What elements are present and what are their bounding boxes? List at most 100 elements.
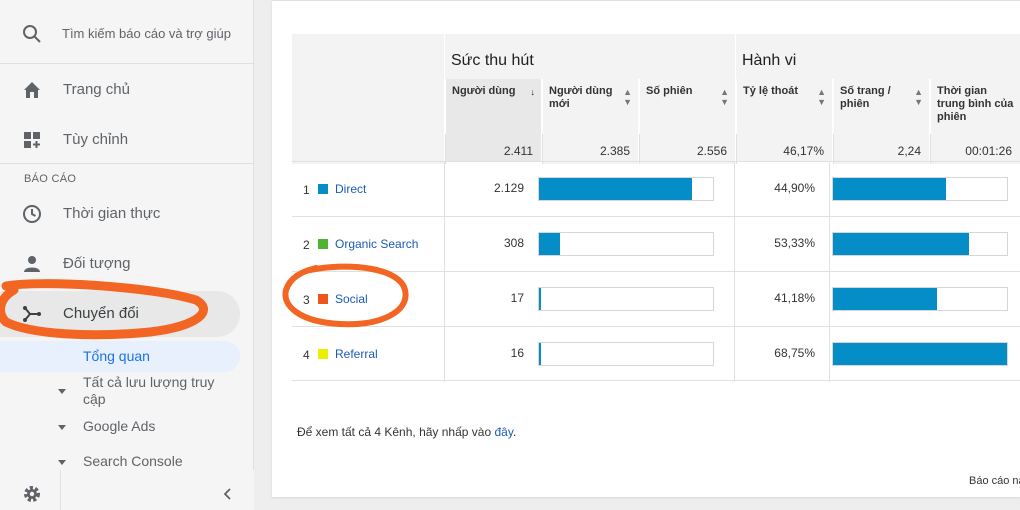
bounce-value: 68,75%	[774, 346, 815, 360]
group-header-acquisition: Sức thu hút	[445, 34, 735, 79]
total-sessions: 2.556	[639, 134, 735, 164]
group-behavior-title: Hành vi	[742, 52, 797, 69]
total-duration: 00:01:26	[930, 134, 1020, 164]
view-all-note: Để xem tất cả 4 Kênh, hãy nhấp vào đây.	[297, 425, 516, 439]
channel-link[interactable]: Referral	[335, 347, 378, 361]
users-value: 2.129	[493, 181, 524, 195]
col-users-label: Người dùng	[452, 85, 516, 97]
sort-arrow-icon: ↓	[530, 87, 536, 97]
users-cell: 16	[444, 327, 536, 382]
sessions-bar-track	[538, 342, 714, 366]
users-cell: 2.129	[444, 162, 536, 217]
pages-bar-cell	[829, 162, 1020, 217]
pages-bar	[833, 288, 937, 310]
col-duration-label: Thời gian trung bình của phiên	[937, 85, 1014, 123]
sessions-bar-track	[538, 232, 714, 256]
conversion-flow-icon	[22, 304, 42, 324]
clock-icon	[22, 204, 42, 224]
table-row: 4 Referral 16 68,75%	[292, 326, 1020, 382]
row-color-swatch	[318, 294, 328, 304]
nav-item-realtime[interactable]: Thời gian thực	[0, 191, 254, 237]
sub-item-google-ads[interactable]: Google Ads	[0, 418, 254, 438]
sub-item-overview[interactable]: Tổng quan	[0, 341, 240, 372]
gear-icon[interactable]	[22, 484, 42, 504]
users-value: 308	[503, 236, 524, 250]
channel-link[interactable]: Social	[335, 292, 368, 306]
nav-custom-label: Tùy chỉnh	[63, 131, 129, 148]
search-input[interactable]	[62, 22, 242, 44]
pages-bar-track	[832, 287, 1008, 311]
sessions-bar-cell	[536, 272, 734, 327]
pages-bar-cell	[829, 217, 1020, 272]
group-header-blank	[292, 34, 444, 79]
report-link[interactable]: Báo cáo nà	[969, 475, 1020, 487]
row-rank: 3	[303, 293, 310, 307]
sessions-bar-cell	[536, 162, 734, 217]
nav-item-audience[interactable]: Đối tượng	[0, 241, 254, 287]
view-all-prefix: Để xem tất cả 4 Kênh, hãy nhấp vào	[297, 425, 495, 439]
users-cell: 17	[444, 272, 536, 327]
caret-down-icon	[58, 389, 66, 394]
total-pages-session: 2,24	[833, 134, 929, 164]
pages-bar-track	[832, 177, 1008, 201]
col-new-users-label: Người dùng mới	[549, 85, 613, 110]
sub-all-traffic-label: Tất cả lưu lượng truy cập	[83, 374, 215, 407]
sub-google-ads-label: Google Ads	[83, 418, 156, 434]
row-color-swatch	[318, 184, 328, 194]
caret-down-icon	[58, 425, 66, 430]
pages-bar	[833, 233, 969, 255]
sessions-bar-cell	[536, 217, 734, 272]
channel-link[interactable]: Organic Search	[335, 237, 418, 251]
channel-link[interactable]: Direct	[335, 182, 366, 196]
bounce-cell: 44,90%	[734, 162, 829, 217]
table-row: 2 Organic Search 308 53,33%	[292, 216, 1020, 272]
chevron-left-icon[interactable]	[220, 486, 236, 502]
row-color-swatch	[318, 239, 328, 249]
sort-arrows-icon: ▲ ▼	[914, 87, 923, 107]
bounce-cell: 68,75%	[734, 327, 829, 382]
sessions-bar-track	[538, 177, 714, 201]
bounce-value: 44,90%	[774, 181, 815, 195]
pages-bar-track	[832, 342, 1008, 366]
pages-bar	[833, 343, 1007, 365]
search-row	[0, 0, 254, 64]
sidebar: Trang chủ Tùy chỉnh BÁO CÁO Thời gian th…	[0, 0, 254, 510]
bounce-value: 41,18%	[774, 291, 815, 305]
view-all-link[interactable]: đây	[494, 425, 512, 439]
totals-label-cell	[292, 134, 444, 164]
row-rank: 2	[303, 238, 310, 252]
table-row: 1 Direct 2.129 44,90%	[292, 161, 1020, 217]
sort-arrows-icon: ▲ ▼	[623, 87, 632, 107]
sidebar-footer	[0, 470, 254, 510]
nav-home-label: Trang chủ	[63, 81, 130, 98]
col-pages-session-label: Số trang / phiên	[840, 85, 891, 110]
bounce-cell: 41,18%	[734, 272, 829, 327]
nav-item-customization[interactable]: Tùy chỉnh	[0, 117, 254, 164]
section-label-reports: BÁO CÁO	[24, 173, 77, 185]
users-value: 16	[510, 346, 524, 360]
row-color-swatch	[318, 349, 328, 359]
total-users: 2.411	[445, 134, 541, 164]
footer-divider	[60, 470, 61, 510]
nav-realtime-label: Thời gian thực	[63, 205, 161, 222]
pages-bar-cell	[829, 327, 1020, 382]
sort-arrows-icon: ▲ ▼	[720, 87, 729, 107]
nav-item-home[interactable]: Trang chủ	[0, 67, 254, 113]
nav-item-conversion[interactable]: Chuyển đổi	[0, 291, 240, 337]
group-acquisition-title: Sức thu hút	[451, 52, 534, 69]
caret-down-icon	[58, 460, 66, 465]
search-icon[interactable]	[22, 24, 42, 44]
person-icon	[22, 254, 42, 274]
bounce-cell: 53,33%	[734, 217, 829, 272]
sub-item-all-traffic[interactable]: Tất cả lưu lượng truy cập	[0, 374, 254, 410]
sessions-bar-cell	[536, 327, 734, 382]
report-panel: Sức thu hút Hành vi Người dùng ↓ Người d…	[272, 0, 1020, 497]
row-rank: 1	[303, 183, 310, 197]
sessions-bar	[539, 343, 541, 365]
dashboard-add-icon	[22, 130, 42, 150]
pages-bar-track	[832, 232, 1008, 256]
sessions-bar-track	[538, 287, 714, 311]
table-row: 3 Social 17 41,18%	[292, 271, 1020, 327]
nav-conversion-label: Chuyển đổi	[63, 305, 139, 322]
users-cell: 308	[444, 217, 536, 272]
